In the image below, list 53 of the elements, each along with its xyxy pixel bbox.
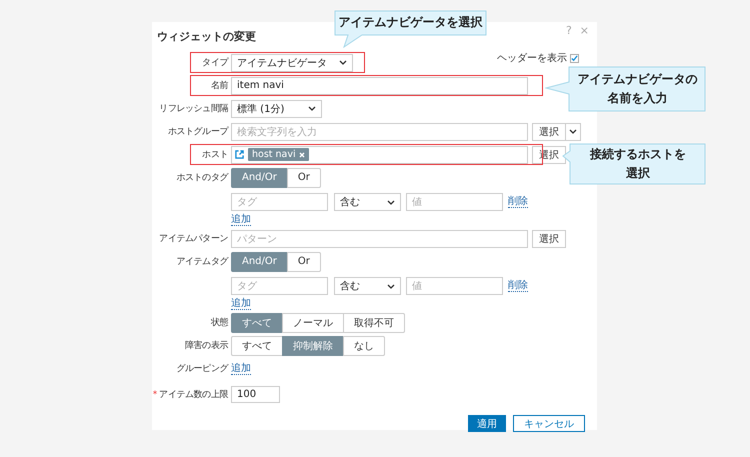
header-toggle-label: ヘッダーを表示: [497, 52, 567, 65]
add-link[interactable]: 追加: [231, 362, 251, 374]
limit-field[interactable]: 100: [231, 386, 280, 403]
remove-icon[interactable]: [298, 152, 305, 158]
host-chip[interactable]: host navi: [248, 148, 309, 161]
dialog-button[interactable]: キャンセル: [513, 415, 585, 432]
caret-icon: [339, 60, 347, 65]
segment-tab[interactable]: Or: [286, 252, 321, 272]
field-label: タイプ: [202, 56, 228, 69]
dropdown-button[interactable]: [565, 122, 581, 140]
required-mark: *: [152, 390, 158, 400]
field-label: 障害の表示: [184, 340, 228, 352]
segment-tab[interactable]: Or: [286, 168, 321, 188]
select-button[interactable]: 選択: [532, 122, 566, 140]
dialog-button[interactable]: 適用: [468, 415, 506, 432]
field-label: 名前: [210, 80, 228, 92]
field-label: ホストグループ: [168, 125, 228, 138]
add-link[interactable]: 追加: [231, 298, 251, 310]
caret-icon: [387, 200, 395, 204]
field-label: アイテムパターン: [159, 233, 228, 245]
host-field[interactable]: host navi: [231, 146, 528, 164]
select-button[interactable]: 選択: [532, 230, 566, 248]
segment-tab[interactable]: なし: [343, 336, 385, 356]
field-label: リフレッシュ間隔: [159, 103, 228, 115]
field-label: グルーピング: [176, 362, 228, 375]
remove-link[interactable]: 削除: [508, 280, 528, 292]
checkbox[interactable]: [570, 54, 579, 62]
callout-tooltip: アイテムナビゲータを選択: [334, 10, 487, 48]
callout-tooltip: 接続するホストを選択: [562, 143, 707, 185]
add-link[interactable]: 追加: [231, 214, 251, 226]
field-label: アイテムタグ: [176, 256, 228, 268]
caret-icon: [308, 106, 316, 111]
dropdown[interactable]: アイテムナビゲータ: [231, 54, 353, 72]
segment-tab[interactable]: 取得不可: [343, 312, 405, 332]
segment-tab[interactable]: 抑制解除: [282, 336, 344, 356]
segment-tab[interactable]: And/Or: [231, 168, 288, 188]
caret-icon: [387, 284, 395, 288]
field-label: ホスト: [202, 149, 228, 161]
caret-icon: [569, 129, 577, 134]
remove-link[interactable]: 削除: [508, 196, 528, 208]
field-label: ホストのタグ: [176, 172, 228, 184]
segment-tab[interactable]: すべて: [231, 312, 283, 332]
segment-tab[interactable]: And/Or: [231, 252, 288, 272]
segment-tab[interactable]: すべて: [231, 336, 283, 356]
segment-tab[interactable]: ノーマル: [282, 312, 344, 332]
dropdown[interactable]: 標準 (1分): [231, 100, 322, 118]
name-field[interactable]: item navi: [231, 76, 528, 94]
field-label: アイテム数の上限: [159, 388, 228, 401]
external-link-icon[interactable]: [235, 150, 244, 159]
dialog-title: ウィジェットの変更: [157, 29, 256, 44]
operator-dropdown[interactable]: 含む: [334, 193, 401, 211]
operator-dropdown[interactable]: 含む: [334, 277, 401, 295]
field-label: 状態: [210, 316, 228, 329]
